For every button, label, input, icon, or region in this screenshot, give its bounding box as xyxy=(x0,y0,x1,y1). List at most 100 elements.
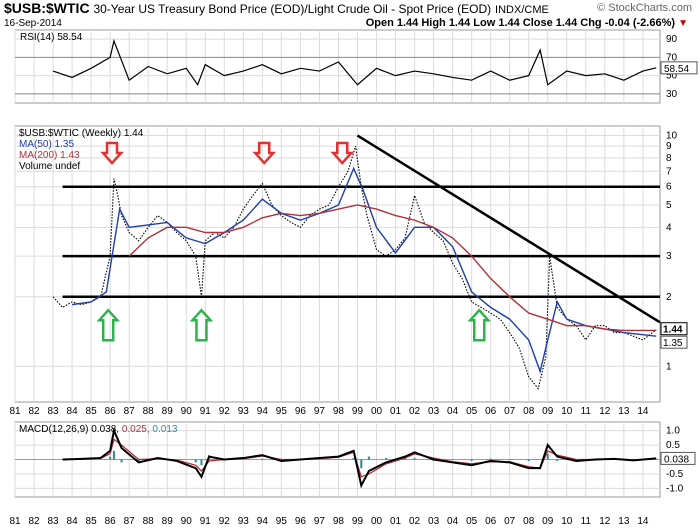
macd-last-value: 0.038 xyxy=(664,454,689,465)
x-tick-label: 00 xyxy=(371,406,383,417)
x-tick-label: 96 xyxy=(295,516,307,527)
x-tick-label: 05 xyxy=(466,516,478,527)
x-tick-label: 95 xyxy=(276,406,288,417)
rsi-legend: RSI(14) 58.54 xyxy=(20,32,83,43)
x-tick-label: 94 xyxy=(257,406,269,417)
macd-legend-value: 0.013 xyxy=(152,424,177,435)
chart-canvas: 8181828283838484858586868787888889899090… xyxy=(9,29,698,527)
x-tick-label: 83 xyxy=(47,406,59,417)
x-tick-label: 83 xyxy=(47,516,59,527)
price-y-tick: 7 xyxy=(666,166,672,177)
x-tick-label: 08 xyxy=(523,406,535,417)
x-tick-label: 09 xyxy=(542,406,554,417)
x-tick-label: 02 xyxy=(409,516,421,527)
x-tick-label: 91 xyxy=(200,516,212,527)
x-tick-label: 84 xyxy=(67,406,79,417)
x-tick-label: 11 xyxy=(581,406,592,417)
x-tick-label: 93 xyxy=(238,406,250,417)
x-tick-label: 12 xyxy=(599,516,611,527)
x-tick-label: 93 xyxy=(238,516,250,527)
price-y-tick: 1 xyxy=(666,361,672,372)
rsi-y-tick: 90 xyxy=(666,34,678,45)
x-tick-label: 98 xyxy=(333,406,345,417)
macd-legend-value: 0.025, xyxy=(122,424,153,435)
x-tick-label: 97 xyxy=(314,516,326,527)
x-tick-label: 89 xyxy=(162,406,174,417)
macd-y-tick: -1.0 xyxy=(666,483,684,494)
price-y-tick: 6 xyxy=(666,182,672,193)
x-tick-label: 06 xyxy=(485,406,497,417)
macd-legend: MACD(12,26,9) 0.038, 0.025, 0.013 xyxy=(19,424,178,435)
x-tick-label: 98 xyxy=(333,516,345,527)
price-y-tick: 2 xyxy=(666,292,672,303)
price-y-tick: 4 xyxy=(666,222,672,233)
x-tick-label: 05 xyxy=(466,406,478,417)
x-tick-label: 00 xyxy=(371,516,383,527)
x-tick-label: 91 xyxy=(200,406,212,417)
rsi-y-tick: 30 xyxy=(666,89,678,100)
price-last-value: 1.44 xyxy=(663,325,683,336)
price-y-tick: 9 xyxy=(666,141,672,152)
macd-y-tick: 0.5 xyxy=(666,440,680,451)
x-tick-label: 99 xyxy=(352,406,364,417)
x-tick-label: 85 xyxy=(86,516,98,527)
x-tick-label: 08 xyxy=(523,516,535,527)
x-tick-label: 09 xyxy=(542,516,554,527)
x-tick-label: 92 xyxy=(219,516,231,527)
x-tick-label: 86 xyxy=(105,516,117,527)
x-tick-label: 13 xyxy=(618,516,630,527)
x-tick-label: 06 xyxy=(485,516,497,527)
legend-entry: Volume undef xyxy=(19,161,80,172)
rsi-panel-frame xyxy=(14,29,661,104)
x-tick-label: 90 xyxy=(181,516,193,527)
x-tick-label: 89 xyxy=(162,516,174,527)
x-tick-label: 82 xyxy=(28,516,40,527)
x-tick-label: 01 xyxy=(390,516,402,527)
price-y-tick: 5 xyxy=(666,200,672,211)
x-tick-label: 87 xyxy=(124,406,136,417)
x-tick-label: 12 xyxy=(599,406,611,417)
x-tick-label: 86 xyxy=(105,406,117,417)
legend-entry: MA(50) 1.35 xyxy=(19,139,74,150)
x-tick-label: 85 xyxy=(86,406,98,417)
price-last-value: 1.35 xyxy=(663,338,683,349)
x-tick-label: 10 xyxy=(561,516,573,527)
x-tick-label: 10 xyxy=(561,406,573,417)
macd-y-tick: 1.0 xyxy=(666,426,680,437)
x-tick-label: 97 xyxy=(314,406,326,417)
x-tick-label: 88 xyxy=(143,516,155,527)
x-tick-label: 01 xyxy=(390,406,402,417)
legend-entry: $USB:$WTIC (Weekly) 1.44 xyxy=(19,128,144,139)
x-tick-label: 13 xyxy=(618,406,630,417)
x-tick-label: 94 xyxy=(257,516,269,527)
x-tick-label: 03 xyxy=(428,516,440,527)
x-tick-label: 04 xyxy=(447,406,459,417)
stock-chart: $USB:$WTIC 30-Year US Treasury Bond Pric… xyxy=(0,0,700,530)
x-tick-label: 14 xyxy=(637,516,649,527)
macd-legend-value: MACD(12,26,9) 0.038, xyxy=(19,424,122,435)
x-tick-label: 88 xyxy=(143,406,155,417)
x-tick-label: 92 xyxy=(219,406,231,417)
x-tick-label: 95 xyxy=(276,516,288,527)
x-tick-label: 07 xyxy=(504,516,516,527)
x-tick-label: 81 xyxy=(9,516,21,527)
rsi-last-value: 58.54 xyxy=(664,64,689,75)
price-y-tick: 10 xyxy=(666,131,678,142)
x-tick-label: 84 xyxy=(67,516,79,527)
price-y-tick: 8 xyxy=(666,153,672,164)
x-tick-label: 81 xyxy=(9,406,21,417)
price-y-tick: 3 xyxy=(666,251,672,262)
x-tick-label: 11 xyxy=(581,516,592,527)
legend-entry: MA(200) 1.43 xyxy=(19,150,80,161)
x-tick-label: 99 xyxy=(352,516,364,527)
macd-y-tick: -0.5 xyxy=(666,469,684,480)
x-tick-label: 87 xyxy=(124,516,136,527)
x-tick-label: 82 xyxy=(28,406,40,417)
x-tick-label: 02 xyxy=(409,406,421,417)
x-tick-label: 96 xyxy=(295,406,307,417)
x-tick-label: 07 xyxy=(504,406,516,417)
x-tick-label: 04 xyxy=(447,516,459,527)
x-tick-label: 14 xyxy=(637,406,649,417)
x-tick-label: 90 xyxy=(181,406,193,417)
x-tick-label: 03 xyxy=(428,406,440,417)
